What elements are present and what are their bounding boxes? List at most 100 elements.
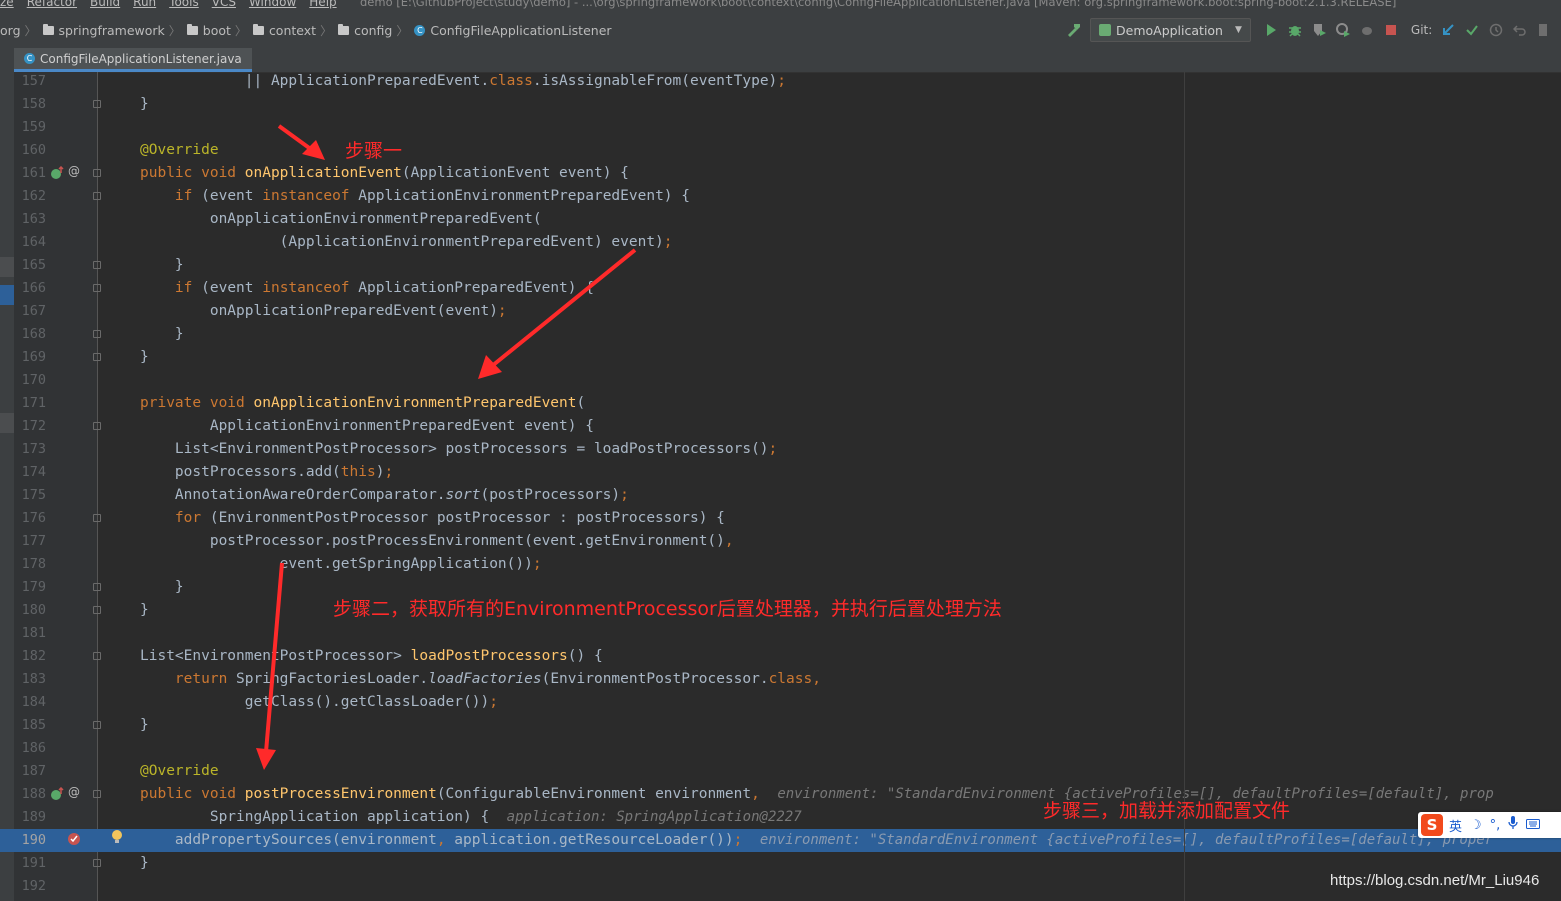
fold-marker-icon[interactable] xyxy=(93,859,101,867)
menu-item[interactable]: Run xyxy=(133,0,156,9)
code-line[interactable]: 169} xyxy=(0,346,1561,369)
code-line[interactable]: 185} xyxy=(0,714,1561,737)
code-line[interactable]: 170 xyxy=(0,369,1561,392)
breadcrumb-item[interactable]: config xyxy=(338,23,392,38)
fold-marker-icon[interactable] xyxy=(93,606,101,614)
code-line[interactable]: 181 xyxy=(0,622,1561,645)
code-line[interactable]: 166 if (event instanceof ApplicationPrep… xyxy=(0,277,1561,300)
fold-marker-icon[interactable] xyxy=(93,353,101,361)
code-text: if (event instanceof ApplicationEnvironm… xyxy=(174,188,690,204)
code-line[interactable]: 171 private void onApplicationEnvironment… xyxy=(0,392,1561,415)
intention-bulb-icon[interactable] xyxy=(110,829,124,845)
punctuation-icon[interactable]: °, xyxy=(1490,818,1501,833)
fold-marker-icon[interactable] xyxy=(93,422,101,430)
menu-bar: ze Refactor Build Run Tools VCS Window Help dem… xyxy=(0,0,1561,12)
code-line[interactable]: 158} xyxy=(0,93,1561,116)
coverage-icon[interactable] xyxy=(1310,21,1328,39)
code-line[interactable]: 190 addPropertySources(environment, appl… xyxy=(0,829,1561,852)
fold-marker-icon[interactable] xyxy=(93,100,101,108)
code-line[interactable]: 182 List<EnvironmentPostProcessor> loadPo… xyxy=(0,645,1561,668)
code-line[interactable]: 167 onApplicationPreparedEvent(event); xyxy=(0,300,1561,323)
ime-language-toggle[interactable]: 英 xyxy=(1449,816,1462,835)
fold-marker-icon[interactable] xyxy=(93,261,101,269)
fold-marker-icon[interactable] xyxy=(93,169,101,177)
breadcrumb-item[interactable]: springframework xyxy=(42,23,165,38)
fold-marker-icon[interactable] xyxy=(93,514,101,522)
breadcrumb-item[interactable]: C ConfigFileApplicationListener xyxy=(414,23,612,38)
code-line[interactable]: 168 } xyxy=(0,323,1561,346)
line-number: 191 xyxy=(21,855,46,871)
breadcrumb-item[interactable]: context xyxy=(252,23,316,38)
breadcrumb-item[interactable]: boot xyxy=(186,23,231,38)
more-icon[interactable] xyxy=(1535,21,1553,39)
code-line[interactable]: 157 || ApplicationPreparedEvent.class.is… xyxy=(0,70,1561,93)
menu-item[interactable]: Build xyxy=(90,0,120,9)
code-line[interactable]: 173 List<EnvironmentPostProcessor> postP… xyxy=(0,438,1561,461)
code-line[interactable]: 159 xyxy=(0,116,1561,139)
code-line[interactable]: 172 ApplicationEnvironmentPreparedEvent … xyxy=(0,415,1561,438)
microphone-icon[interactable] xyxy=(1508,816,1518,834)
profiler-icon[interactable] xyxy=(1334,21,1352,39)
moon-icon[interactable]: ☽ xyxy=(1470,818,1482,833)
fold-marker-icon[interactable] xyxy=(93,284,101,292)
at-implements-icon[interactable]: @ xyxy=(67,784,81,800)
code-line[interactable]: 176 for (EnvironmentPostProcessor postPr… xyxy=(0,507,1561,530)
git-history-icon[interactable] xyxy=(1487,21,1505,39)
debug-icon[interactable] xyxy=(1286,21,1304,39)
code-text: getClass().getClassLoader()); xyxy=(140,694,498,710)
fold-marker-icon[interactable] xyxy=(93,583,101,591)
code-line[interactable]: 175 AnnotationAwareOrderComparator.sort(… xyxy=(0,484,1561,507)
at-implements-icon[interactable]: @ xyxy=(67,163,81,179)
run-configuration-select[interactable]: DemoApplication ▼ xyxy=(1090,18,1251,42)
menu-item[interactable]: ze xyxy=(0,0,14,9)
menu-item[interactable]: Window xyxy=(249,0,296,9)
code-line[interactable]: 162 if (event instanceof ApplicationEnvi… xyxy=(0,185,1561,208)
git-update-icon[interactable] xyxy=(1439,21,1457,39)
hammer-build-icon[interactable] xyxy=(1065,21,1083,39)
fold-marker-icon[interactable] xyxy=(93,652,101,660)
code-line[interactable]: 161 public void onApplicationEvent(Applic… xyxy=(0,162,1561,185)
fold-marker-icon[interactable] xyxy=(93,790,101,798)
override-method-icon[interactable] xyxy=(50,786,64,803)
keyboard-icon[interactable] xyxy=(1526,818,1541,833)
code-text: || ApplicationPreparedEvent.class.isAssi… xyxy=(244,73,787,89)
git-commit-icon[interactable] xyxy=(1463,21,1481,39)
code-line[interactable]: 178 event.getSpringApplication()); xyxy=(0,553,1561,576)
menu-item[interactable]: Tools xyxy=(169,0,199,9)
code-text: } xyxy=(140,855,149,871)
breadcrumb-item[interactable]: org xyxy=(0,23,21,38)
ime-toolbar[interactable]: S 英 ☽ °, xyxy=(1418,812,1561,838)
package-folder-icon xyxy=(42,24,54,35)
run-icon[interactable] xyxy=(1262,21,1280,39)
code-line[interactable]: 188 public void postProcessEnvironment(Co… xyxy=(0,783,1561,806)
override-method-icon[interactable] xyxy=(50,165,64,182)
git-rollback-icon[interactable] xyxy=(1511,21,1529,39)
stop-icon[interactable] xyxy=(1382,21,1400,39)
fold-marker-icon[interactable] xyxy=(93,330,101,338)
code-text: @Override xyxy=(140,763,219,779)
menu-item[interactable]: VCS xyxy=(212,0,236,9)
line-number: 173 xyxy=(21,441,46,457)
code-line[interactable]: 184 getClass().getClassLoader()); xyxy=(0,691,1561,714)
code-line[interactable]: 183 return SpringFactoriesLoader.loadFac… xyxy=(0,668,1561,691)
breakpoint-icon[interactable] xyxy=(67,832,81,848)
fold-marker-icon[interactable] xyxy=(93,721,101,729)
menu-item[interactable]: Refactor xyxy=(27,0,77,9)
attach-icon[interactable] xyxy=(1358,21,1376,39)
tab-config-file-application-listener[interactable]: C ConfigFileApplicationListener.java xyxy=(14,48,252,72)
code-line[interactable]: 191} xyxy=(0,852,1561,875)
code-line[interactable]: 187 @Override xyxy=(0,760,1561,783)
code-line[interactable]: 186 xyxy=(0,737,1561,760)
code-line[interactable]: 163 onApplicationEnvironmentPreparedEven… xyxy=(0,208,1561,231)
fold-marker-icon[interactable] xyxy=(93,192,101,200)
code-line[interactable]: 189 SpringApplication application) { app… xyxy=(0,806,1561,829)
code-line[interactable]: 192 xyxy=(0,875,1561,898)
code-text: (ApplicationEnvironmentPreparedEvent) ev… xyxy=(140,234,673,250)
code-line[interactable]: 165 } xyxy=(0,254,1561,277)
code-line[interactable]: 164 (ApplicationEnvironmentPreparedEvent… xyxy=(0,231,1561,254)
code-line[interactable]: 174 postProcessors.add(this); xyxy=(0,461,1561,484)
menu-item[interactable]: Help xyxy=(309,0,336,9)
line-number: 175 xyxy=(21,487,46,503)
code-line[interactable]: 177 postProcessor.postProcessEnvironment… xyxy=(0,530,1561,553)
code-line[interactable]: 160 @Override xyxy=(0,139,1561,162)
